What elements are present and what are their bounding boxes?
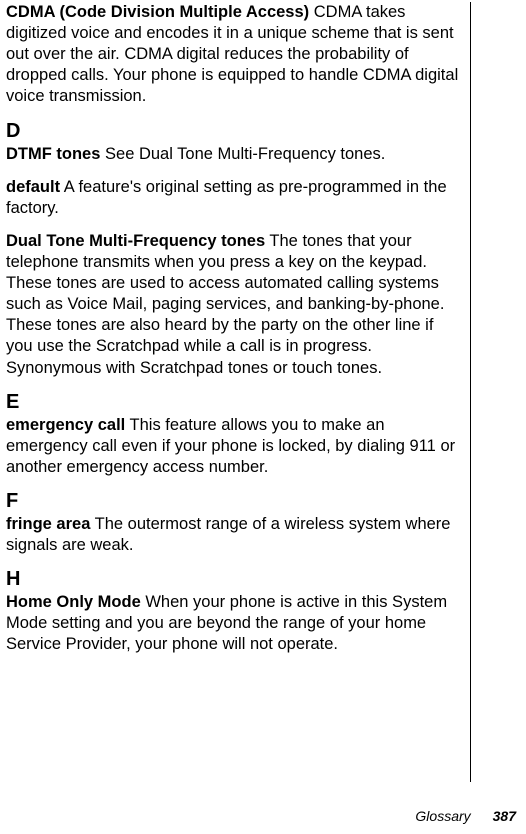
def-dualtone: The tones that your telephone transmits … [6, 232, 444, 377]
def-default: A feature's original setting as pre-prog… [6, 178, 447, 217]
term-dtmf: DTMF tones [6, 145, 100, 163]
glossary-entry-dualtone: Dual Tone Multi-Frequency tones The tone… [6, 231, 460, 379]
term-dualtone: Dual Tone Multi-Frequency tones [6, 232, 265, 250]
letter-heading-h: H [6, 568, 460, 590]
def-dtmf: See Dual Tone Multi-Frequency tones. [100, 145, 385, 163]
term-fringe: fringe area [6, 515, 90, 533]
term-cdma: CDMA (Code Division Multiple Access) [6, 3, 309, 21]
term-homeonly: Home Only Mode [6, 593, 141, 611]
term-default: default [6, 178, 60, 196]
glossary-entry-default: default A feature's original setting as … [6, 177, 460, 219]
term-emergency: emergency call [6, 416, 125, 434]
footer-section-label: Glossary [415, 808, 470, 824]
page-footer: Glossary 387 [415, 808, 516, 824]
letter-heading-f: F [6, 490, 460, 512]
glossary-entry-cdma: CDMA (Code Division Multiple Access) CDM… [6, 2, 460, 108]
glossary-entry-fringe: fringe area The outermost range of a wir… [6, 514, 460, 556]
letter-heading-e: E [6, 391, 460, 413]
glossary-entry-homeonly: Home Only Mode When your phone is active… [6, 592, 460, 655]
glossary-entry-dtmf: DTMF tones See Dual Tone Multi-Frequency… [6, 144, 460, 165]
letter-heading-d: D [6, 120, 460, 142]
page: CDMA (Code Division Multiple Access) CDM… [0, 0, 526, 834]
glossary-entry-emergency: emergency call This feature allows you t… [6, 415, 460, 478]
content-column: CDMA (Code Division Multiple Access) CDM… [6, 2, 471, 782]
footer-page-number: 387 [493, 808, 516, 824]
